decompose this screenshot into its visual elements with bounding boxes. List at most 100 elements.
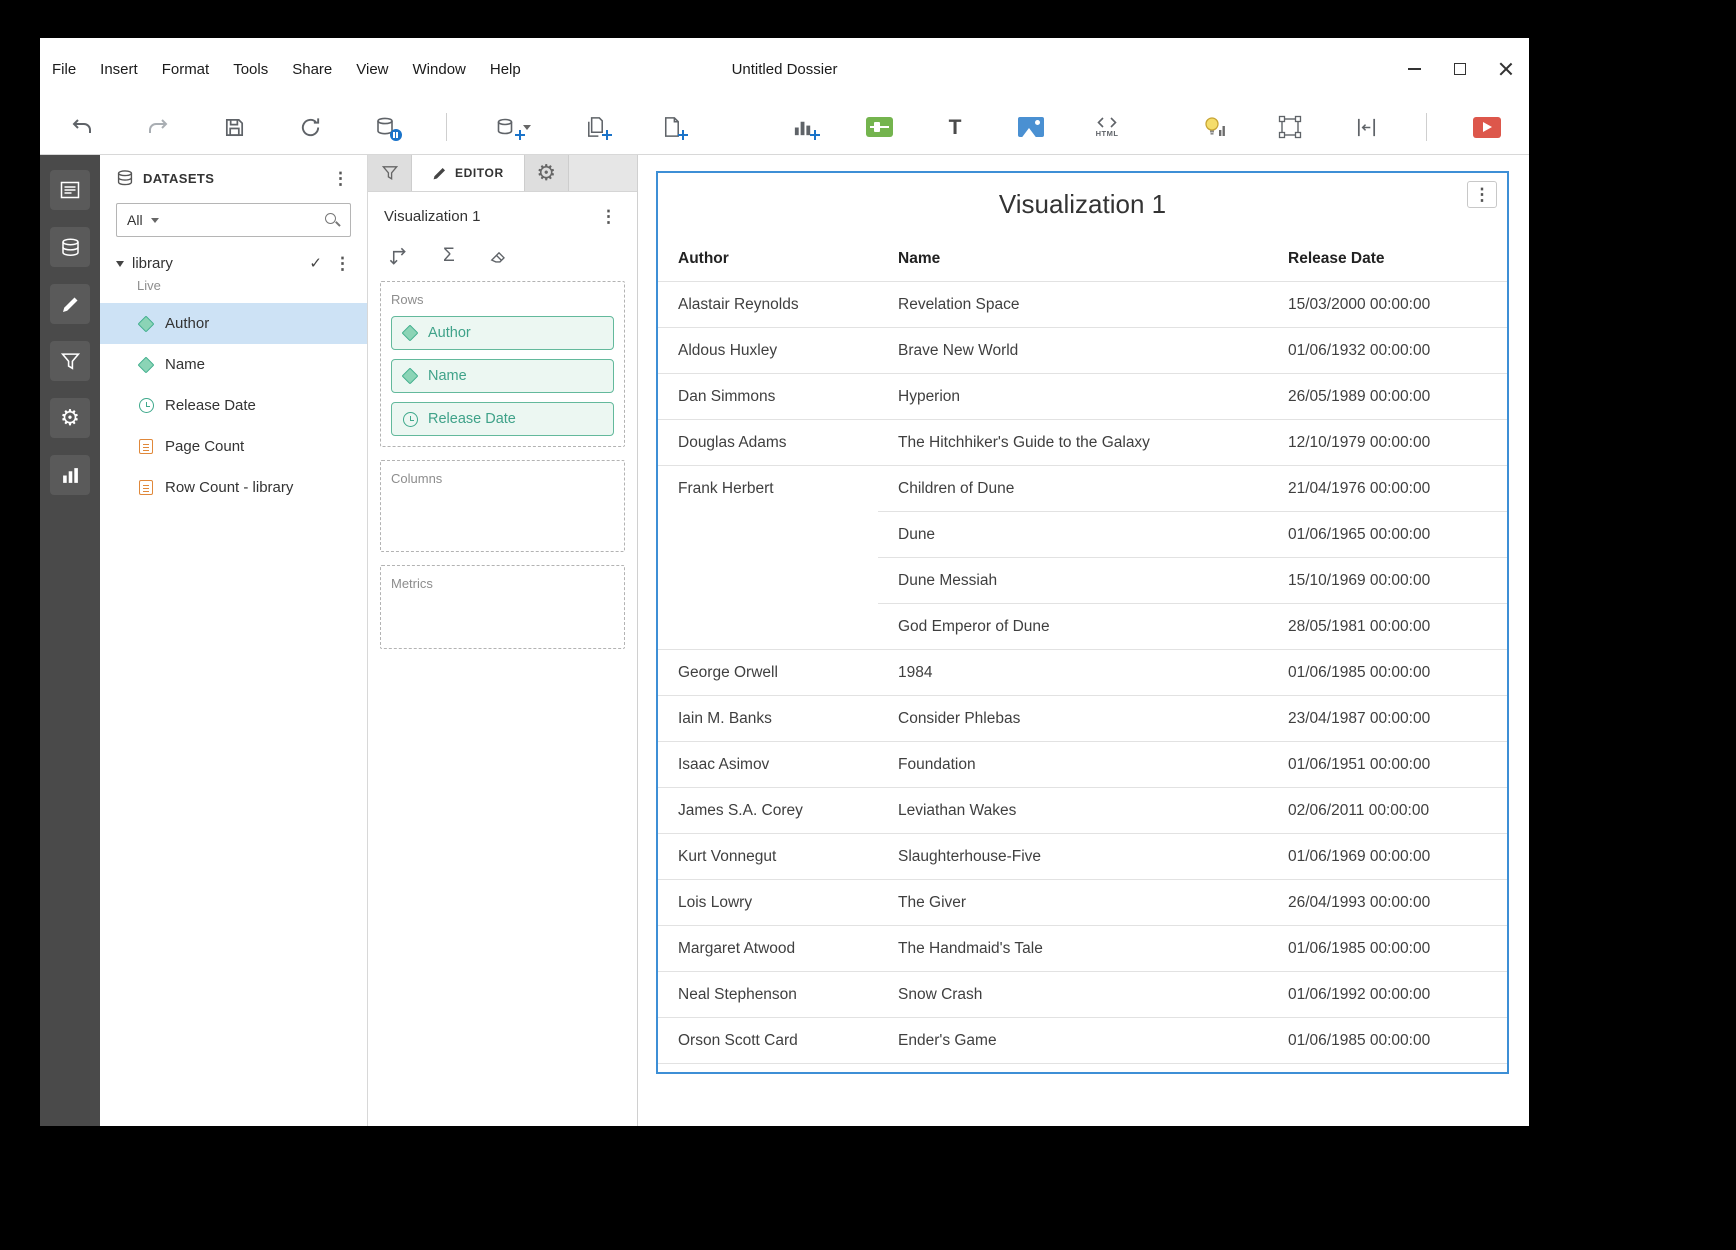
grid-row[interactable]: Aldous Huxley Brave New World 01/06/1932… (658, 327, 1507, 373)
column-header-date[interactable]: Release Date (1268, 236, 1507, 281)
refresh-button[interactable] (292, 109, 328, 145)
search-filter-value[interactable]: All (127, 212, 143, 228)
cell-date[interactable]: 01/06/1985 00:00:00 (1268, 649, 1507, 695)
cell-date[interactable]: 01/06/1992 00:00:00 (1268, 971, 1507, 1017)
dataset-search-bar[interactable]: All (116, 203, 351, 237)
grid-row[interactable]: Isaac Asimov Foundation 01/06/1951 00:00… (658, 741, 1507, 787)
cell-date[interactable]: 01/06/1932 00:00:00 (1268, 327, 1507, 373)
menu-item[interactable]: Share (280, 61, 344, 78)
cell-date[interactable]: 15/10/1969 00:00:00 (1268, 557, 1507, 603)
cell-date[interactable]: 01/06/1965 00:00:00 (1268, 511, 1507, 557)
grid-row[interactable]: Peter F. Hamilton Pandora's Star 02/03/2… (658, 1063, 1507, 1074)
rail-edit-button[interactable] (50, 284, 90, 324)
dataset-field-item[interactable]: Name (100, 344, 367, 385)
cell-date[interactable]: 01/06/1985 00:00:00 (1268, 925, 1507, 971)
cell-author[interactable]: Douglas Adams (658, 419, 878, 465)
cell-date[interactable]: 26/05/1989 00:00:00 (1268, 373, 1507, 419)
group-elements-button[interactable] (1272, 109, 1308, 145)
search-icon[interactable] (324, 212, 340, 228)
undo-button[interactable] (64, 109, 100, 145)
cell-author[interactable]: Peter F. Hamilton (658, 1063, 878, 1074)
tab-filter[interactable] (368, 155, 412, 191)
cell-name[interactable]: Hyperion (878, 373, 1268, 419)
cell-name[interactable]: Leviathan Wakes (878, 787, 1268, 833)
dataset-menu-button[interactable] (330, 253, 355, 274)
insert-text-button[interactable]: T (937, 109, 973, 145)
grid-row[interactable]: Lois Lowry The Giver 26/04/1993 00:00:00 (658, 879, 1507, 925)
add-data-button[interactable] (489, 109, 537, 145)
close-button[interactable] (1483, 38, 1529, 100)
dataset-field-item[interactable]: Release Date (100, 385, 367, 426)
cell-name[interactable]: The Giver (878, 879, 1268, 925)
cell-name[interactable]: God Emperor of Dune (878, 603, 1268, 649)
chevron-down-icon[interactable] (151, 218, 159, 223)
cell-name[interactable]: The Hitchhiker's Guide to the Galaxy (878, 419, 1268, 465)
cell-date[interactable]: 01/06/1951 00:00:00 (1268, 741, 1507, 787)
tab-editor[interactable]: EDITOR (412, 155, 525, 191)
grid-row[interactable]: James S.A. Corey Leviathan Wakes 02/06/2… (658, 787, 1507, 833)
cell-author[interactable]: Isaac Asimov (658, 741, 878, 787)
cell-name[interactable]: Consider Phlebas (878, 695, 1268, 741)
cell-author[interactable] (658, 557, 878, 603)
visualization-container[interactable]: Visualization 1 Author Name Release Date… (656, 171, 1509, 1074)
tab-format[interactable] (525, 155, 569, 191)
menu-item[interactable]: View (344, 61, 400, 78)
cell-name[interactable]: Dune (878, 511, 1268, 557)
cell-author[interactable]: Orson Scott Card (658, 1017, 878, 1063)
insert-image-button[interactable] (1013, 109, 1049, 145)
cell-author[interactable]: Alastair Reynolds (658, 281, 878, 327)
cell-author[interactable]: Lois Lowry (658, 879, 878, 925)
insert-visualization-button[interactable] (785, 109, 821, 145)
cell-date[interactable]: 12/10/1979 00:00:00 (1268, 419, 1507, 465)
cell-date[interactable]: 15/03/2000 00:00:00 (1268, 281, 1507, 327)
grid-row[interactable]: Iain M. Banks Consider Phlebas 23/04/198… (658, 695, 1507, 741)
rail-datasets-button[interactable] (50, 227, 90, 267)
expand-caret-icon[interactable] (116, 261, 124, 267)
grid-row[interactable]: Kurt Vonnegut Slaughterhouse-Five 01/06/… (658, 833, 1507, 879)
dataset-tree-header[interactable]: library (100, 249, 367, 276)
cell-date[interactable]: 02/06/2011 00:00:00 (1268, 787, 1507, 833)
present-button[interactable] (1469, 109, 1505, 145)
rail-settings-button[interactable] (50, 398, 90, 438)
cell-date[interactable]: 01/06/1969 00:00:00 (1268, 833, 1507, 879)
insert-html-button[interactable]: HTML (1089, 109, 1125, 145)
cell-date[interactable]: 02/03/2004 00:00:00 (1268, 1063, 1507, 1074)
canvas[interactable]: Visualization 1 Author Name Release Date… (638, 155, 1529, 1126)
save-button[interactable] (216, 109, 252, 145)
redo-button[interactable] (140, 109, 176, 145)
menu-item[interactable]: File (40, 61, 88, 78)
menu-item[interactable]: Window (401, 61, 478, 78)
grid-row[interactable]: Alastair Reynolds Revelation Space 15/03… (658, 281, 1507, 327)
rows-drop-zone[interactable]: Rows Author Name (380, 281, 625, 447)
cell-author[interactable]: George Orwell (658, 649, 878, 695)
minimize-button[interactable] (1391, 38, 1437, 100)
cell-author[interactable]: Kurt Vonnegut (658, 833, 878, 879)
grid-row[interactable]: Orson Scott Card Ender's Game 01/06/1985… (658, 1017, 1507, 1063)
cell-date[interactable]: 26/04/1993 00:00:00 (1268, 879, 1507, 925)
cell-name[interactable]: Dune Messiah (878, 557, 1268, 603)
field-chip[interactable]: Author (391, 316, 614, 350)
grid-row[interactable]: Dan Simmons Hyperion 26/05/1989 00:00:00 (658, 373, 1507, 419)
cell-author[interactable]: Margaret Atwood (658, 925, 878, 971)
grid-row[interactable]: God Emperor of Dune 28/05/1981 00:00:00 (658, 603, 1507, 649)
cell-date[interactable]: 28/05/1981 00:00:00 (1268, 603, 1507, 649)
column-header-author[interactable]: Author (658, 236, 878, 281)
cell-author[interactable]: James S.A. Corey (658, 787, 878, 833)
swap-axes-button[interactable] (384, 243, 413, 268)
metrics-drop-zone[interactable]: Metrics (380, 565, 625, 649)
menu-item[interactable]: Tools (221, 61, 280, 78)
cell-author[interactable]: Frank Herbert (658, 465, 878, 511)
columns-drop-zone[interactable]: Columns (380, 460, 625, 552)
column-header-name[interactable]: Name (878, 236, 1268, 281)
insights-button[interactable] (1196, 109, 1232, 145)
cell-name[interactable]: Slaughterhouse-Five (878, 833, 1268, 879)
cell-name[interactable]: The Handmaid's Tale (878, 925, 1268, 971)
menu-item[interactable]: Help (478, 61, 533, 78)
dataset-field-item[interactable]: Author (100, 303, 367, 344)
menu-item[interactable]: Insert (88, 61, 150, 78)
totals-button[interactable]: Σ (439, 244, 459, 267)
cell-name[interactable]: 1984 (878, 649, 1268, 695)
cell-author[interactable]: Dan Simmons (658, 373, 878, 419)
grid-row[interactable]: Frank Herbert Children of Dune 21/04/197… (658, 465, 1507, 511)
grid-row[interactable]: George Orwell 1984 01/06/1985 00:00:00 (658, 649, 1507, 695)
